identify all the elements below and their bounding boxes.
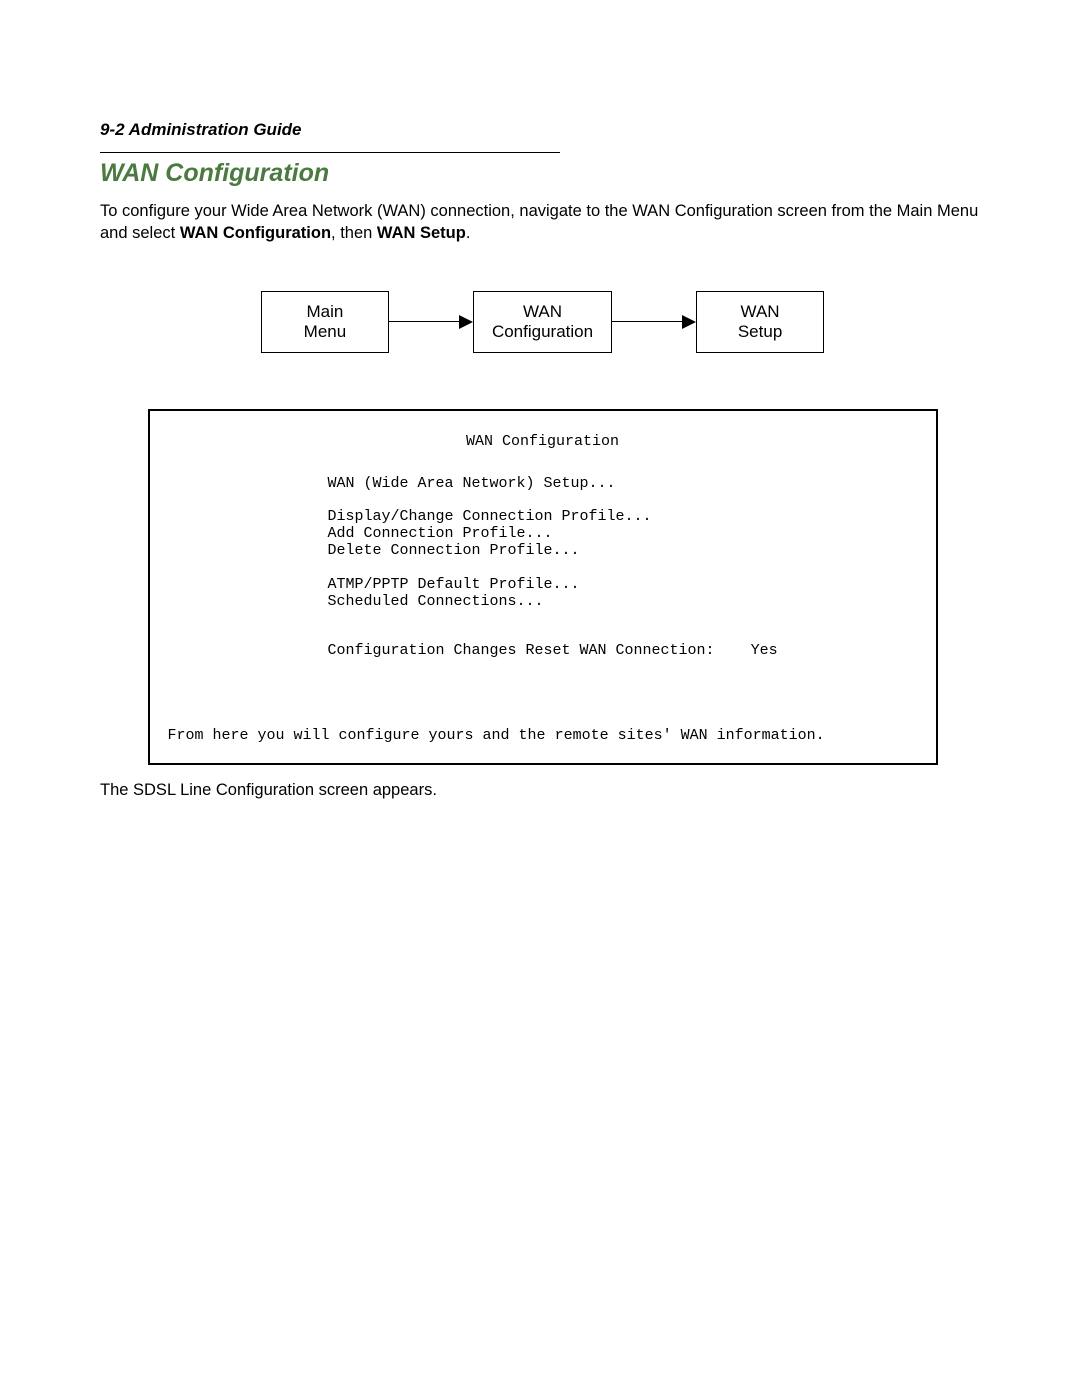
terminal-line: ATMP/PPTP Default Profile... [328, 576, 918, 593]
breadcrumb-label: WAN [715, 302, 805, 322]
intro-bold-1: WAN Configuration [180, 224, 331, 242]
terminal-line: Configuration Changes Reset WAN Connecti… [328, 642, 918, 659]
terminal-line: Scheduled Connections... [328, 593, 918, 610]
terminal-footer: From here you will configure yours and t… [168, 727, 918, 744]
arrow-icon [612, 315, 696, 329]
document-page: 9-2 Administration Guide WAN Configurati… [0, 0, 1080, 1397]
breadcrumb-diagram: Main Menu WAN Configuration WAN Setup [100, 291, 985, 354]
breadcrumb-label: Setup [715, 322, 805, 342]
breadcrumb-label: Configuration [492, 322, 593, 342]
arrow-icon [389, 315, 473, 329]
section-title: WAN Configuration [100, 159, 985, 188]
breadcrumb-label: Main [280, 302, 370, 322]
header-divider [100, 152, 560, 153]
terminal-title: WAN Configuration [168, 433, 918, 450]
terminal-line: WAN (Wide Area Network) Setup... [328, 475, 918, 492]
breadcrumb-label: Menu [280, 322, 370, 342]
intro-text-mid: , then [331, 224, 377, 242]
after-paragraph: The SDSL Line Configuration screen appea… [100, 781, 985, 800]
intro-paragraph: To configure your Wide Area Network (WAN… [100, 200, 985, 245]
breadcrumb-box-wan-configuration: WAN Configuration [473, 291, 612, 354]
breadcrumb-box-main-menu: Main Menu [261, 291, 389, 354]
terminal-line: Add Connection Profile... [328, 525, 918, 542]
terminal-screen: WAN Configuration WAN (Wide Area Network… [148, 409, 938, 764]
intro-text-post: . [466, 224, 471, 242]
breadcrumb-label: WAN [492, 302, 593, 322]
terminal-line: Display/Change Connection Profile... [328, 508, 918, 525]
intro-bold-2: WAN Setup [377, 224, 466, 242]
terminal-line: Delete Connection Profile... [328, 542, 918, 559]
breadcrumb-box-wan-setup: WAN Setup [696, 291, 824, 354]
page-header: 9-2 Administration Guide [100, 120, 985, 140]
